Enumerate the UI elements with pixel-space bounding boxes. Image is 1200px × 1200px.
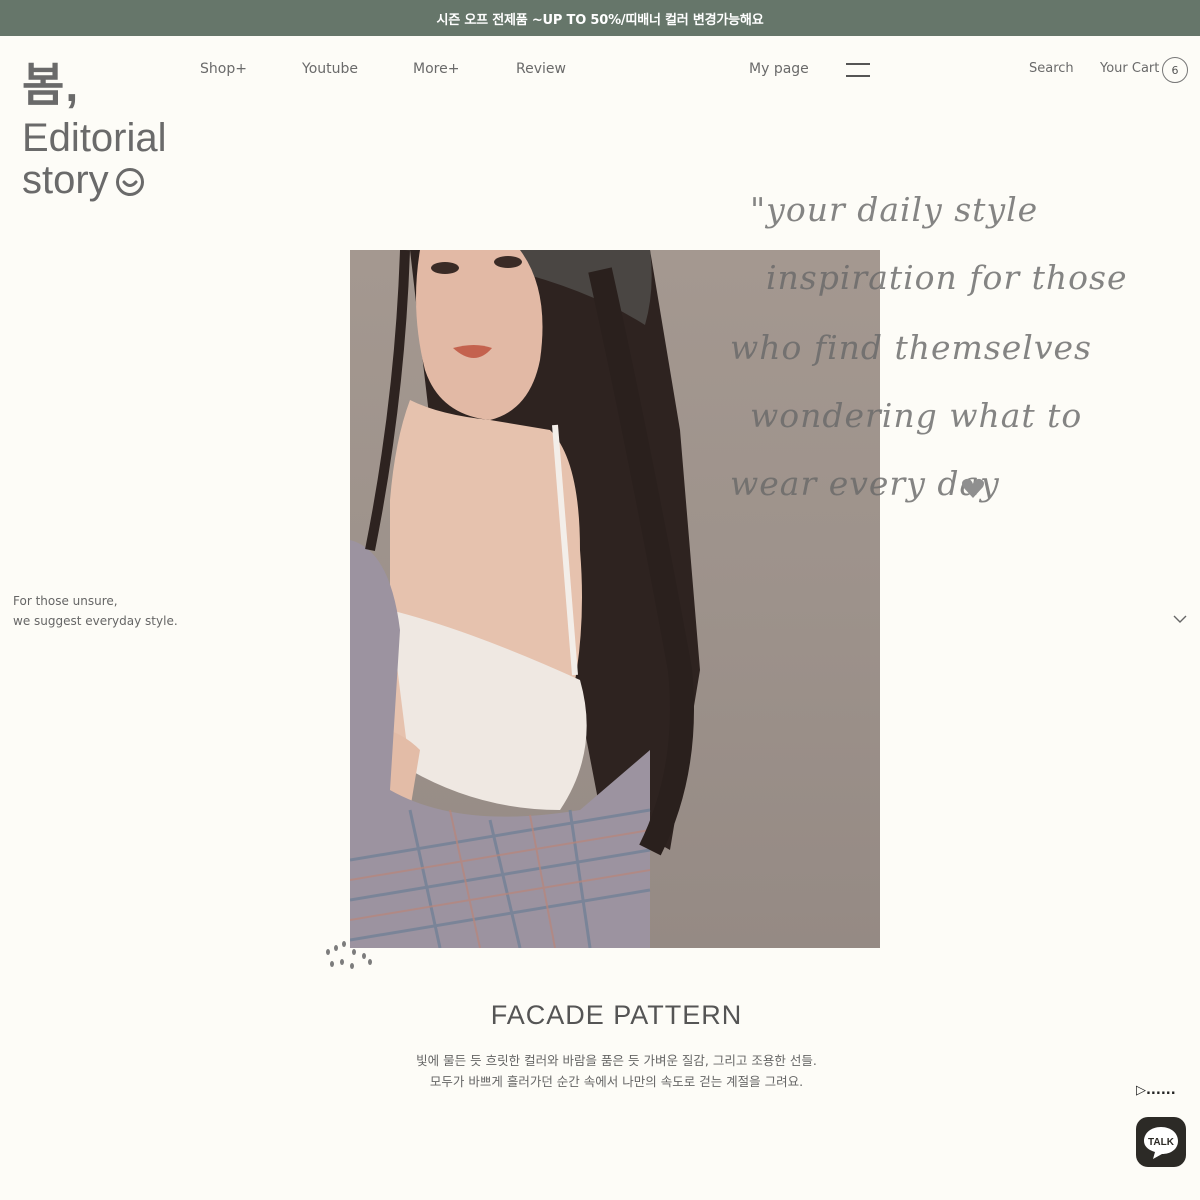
nav-more[interactable]: More+ xyxy=(413,61,459,77)
logo-line-1: 봄, xyxy=(22,59,80,111)
quote-line-2: inspiration for those xyxy=(766,258,1128,297)
announcement-text: 시즌 오프 전제품 ~UP TO 50%/띠배너 컬러 변경가능해요 xyxy=(436,12,764,28)
quote-line-4: wondering what to xyxy=(750,396,1083,435)
quote-line-3: who find themselves xyxy=(730,328,1092,367)
nav-cart[interactable]: Your Cart xyxy=(1100,61,1159,76)
heart-doodle-icon xyxy=(962,478,984,498)
side-tagline-line-1: For those unsure, xyxy=(13,594,118,608)
nav-search[interactable]: Search xyxy=(1029,61,1074,76)
section-description: 빛에 물든 듯 흐릿한 컬러와 바람을 품은 듯 가벼운 질감, 그리고 조용한… xyxy=(0,1050,1200,1092)
hamburger-menu-icon[interactable] xyxy=(846,62,870,78)
announcement-banner[interactable]: 시즌 오프 전제품 ~UP TO 50%/띠배너 컬러 변경가능해요 xyxy=(0,0,1200,36)
talk-bubble-icon: TALK xyxy=(1144,1127,1178,1159)
raindrops-doodle-icon xyxy=(326,941,372,969)
section-description-line-1: 빛에 물든 듯 흐릿한 컬러와 바람을 품은 듯 가벼운 질감, 그리고 조용한… xyxy=(416,1053,817,1068)
section-description-line-2: 모두가 바쁘게 흘러가던 순간 속에서 나만의 속도로 걷는 계절을 그려요. xyxy=(429,1074,804,1089)
nav-youtube[interactable]: Youtube xyxy=(302,61,358,77)
chevron-down-icon[interactable] xyxy=(1172,613,1188,625)
side-tagline-line-2: we suggest everyday style. xyxy=(13,614,178,628)
nav-review[interactable]: Review xyxy=(516,61,566,77)
quote-line-1: "your daily style xyxy=(750,190,1039,229)
kakao-talk-button[interactable]: TALK xyxy=(1136,1117,1186,1167)
site-logo[interactable]: 봄, Editorial story xyxy=(22,58,202,202)
talk-label: TALK xyxy=(1148,1137,1175,1148)
logo-line-2: Editorial xyxy=(22,116,167,160)
logo-line-3-text: story xyxy=(22,158,109,202)
section-title: FACADE PATTERN xyxy=(490,1000,743,1030)
play-more-button[interactable]: ▷...... xyxy=(1136,1083,1176,1098)
nav-shop[interactable]: Shop+ xyxy=(200,61,247,77)
nav-my-page[interactable]: My page xyxy=(749,61,809,77)
side-tagline: For those unsure, we suggest everyday st… xyxy=(13,591,178,631)
cart-count-badge[interactable]: 6 xyxy=(1162,57,1188,83)
smiley-icon xyxy=(115,168,144,196)
logo-line-3: story xyxy=(22,158,202,202)
